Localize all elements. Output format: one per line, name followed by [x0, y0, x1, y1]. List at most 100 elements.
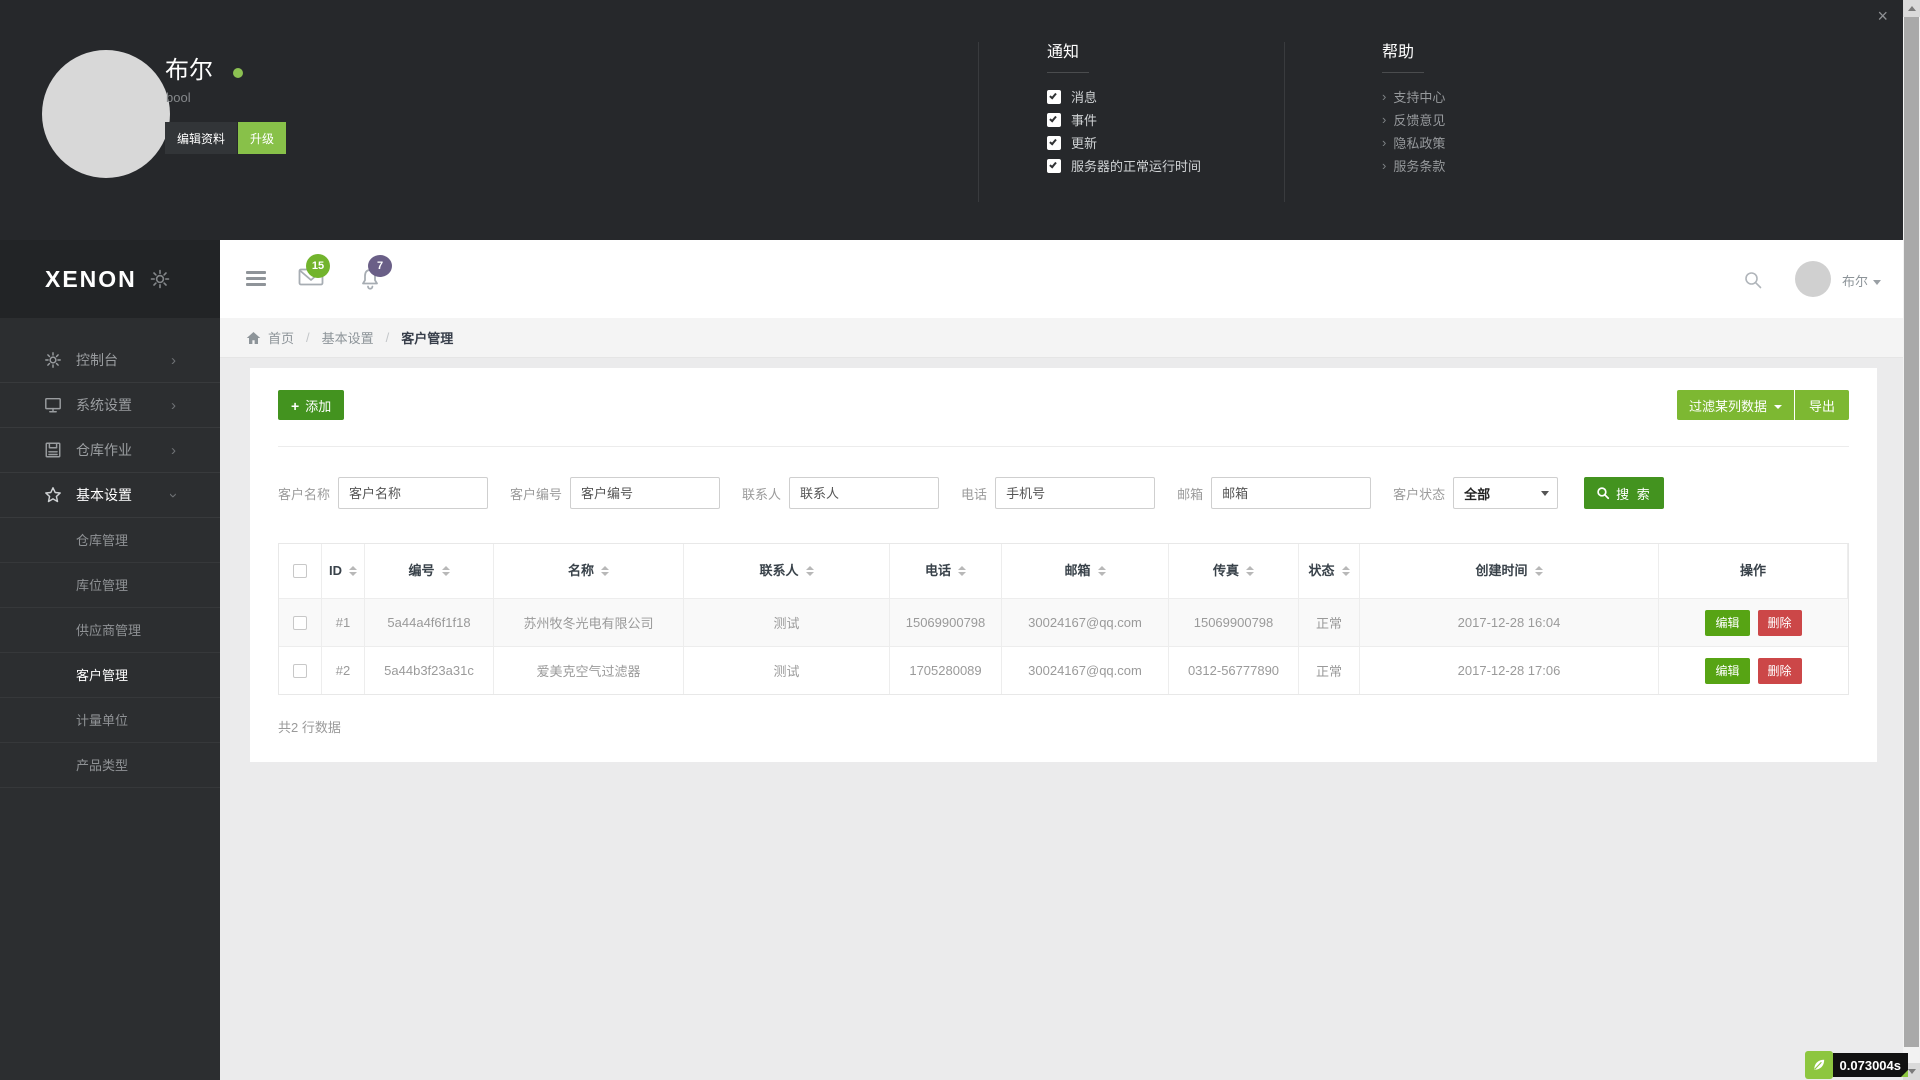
checkbox-checked[interactable] [1047, 135, 1061, 150]
check-icon [1049, 137, 1057, 145]
help-title: 帮助 [1382, 38, 1424, 73]
help-link[interactable]: 隐私政策 [1393, 133, 1445, 152]
column-header-label: 传真 [1212, 563, 1239, 578]
cell-name: 爱美克空气过滤器 [494, 646, 684, 694]
close-icon[interactable]: × [1877, 4, 1888, 28]
settings-gear-icon[interactable] [150, 269, 170, 289]
column-header[interactable]: 传真 [1169, 544, 1299, 598]
help-link[interactable]: 反馈意见 [1393, 110, 1445, 129]
notification-option[interactable]: 消息 [1047, 85, 1201, 108]
sidebar-item-system-settings[interactable]: 系统设置 › [0, 383, 220, 428]
help-link-item[interactable]: › 反馈意见 [1382, 108, 1445, 131]
notification-option[interactable]: 更新 [1047, 131, 1201, 154]
help-link-item[interactable]: › 隐私政策 [1382, 131, 1445, 154]
notification-option[interactable]: 服务器的正常运行时间 [1047, 154, 1201, 177]
email-input[interactable] [1211, 477, 1372, 509]
checkbox-checked[interactable] [1047, 158, 1061, 173]
sidebar-menu: 控制台 › 系统设置 › 仓库作业 › 基本设置 › [0, 318, 220, 518]
add-customer-button[interactable]: + 添加 [278, 390, 345, 420]
sort-icon[interactable] [1097, 566, 1106, 576]
chevron-down-icon [1873, 280, 1881, 286]
delete-button[interactable]: 删除 [1757, 609, 1802, 636]
contact-input[interactable] [789, 477, 940, 509]
messages-button[interactable]: 15 [298, 254, 330, 293]
column-header[interactable]: 名称 [494, 544, 684, 598]
select-all-checkbox[interactable] [293, 564, 307, 578]
sort-icon[interactable] [601, 566, 609, 576]
search-icon[interactable] [1743, 270, 1763, 295]
alerts-count-badge: 7 [368, 255, 392, 277]
notification-option[interactable]: 事件 [1047, 108, 1201, 131]
user-menu[interactable]: 布尔 [1842, 271, 1881, 290]
status-select[interactable]: 全部 [1453, 477, 1559, 509]
brand-logo[interactable]: XENON [45, 266, 137, 293]
help-link[interactable]: 支持中心 [1393, 87, 1445, 106]
sidebar-subitem[interactable]: 仓库管理 [0, 518, 220, 563]
hamburger-menu-icon[interactable] [246, 271, 266, 287]
export-button[interactable]: 导出 [1794, 390, 1849, 420]
sidebar-item-basic-settings[interactable]: 基本设置 › [0, 473, 220, 518]
alerts-button[interactable]: 7 [358, 255, 392, 297]
column-header[interactable]: 邮箱 [1002, 544, 1169, 598]
vertical-scrollbar[interactable] [1903, 0, 1920, 1080]
sidebar-item-console[interactable]: 控制台 › [0, 338, 220, 383]
arrow-down-icon [1907, 1069, 1916, 1074]
scroll-up-button[interactable] [1903, 0, 1920, 17]
user-avatar[interactable] [1795, 261, 1831, 297]
column-header[interactable]: 电话 [890, 544, 1002, 598]
divider [978, 42, 979, 202]
customer-name-input[interactable] [338, 477, 489, 509]
breadcrumb-home[interactable]: 首页 [268, 328, 294, 347]
phone-input[interactable] [995, 477, 1156, 509]
sort-icon[interactable] [1246, 566, 1254, 576]
chevron-right-icon: › [1382, 89, 1387, 104]
filter-columns-dropdown[interactable]: 过滤某列数据 [1676, 390, 1794, 420]
row-checkbox[interactable] [293, 615, 307, 630]
profiler-leaf-icon[interactable] [1804, 1051, 1833, 1079]
sort-icon[interactable] [805, 566, 814, 576]
help-link[interactable]: 服务条款 [1393, 156, 1445, 175]
sidebar-subitem[interactable]: 客户管理 [0, 653, 220, 698]
notifications-title: 通知 [1047, 38, 1089, 73]
customers-table: ID 编号 名称 联系人 电话 邮箱 传真 状态 创建时间 操作 #1 5a44… [278, 543, 1849, 695]
row-checkbox[interactable] [293, 663, 307, 678]
edit-button[interactable]: 编辑 [1705, 657, 1750, 684]
chevron-right-icon: › [1382, 158, 1387, 173]
online-status-dot [233, 68, 243, 78]
sidebar-subitem[interactable]: 库位管理 [0, 563, 220, 608]
cell-contact: 测试 [684, 598, 890, 646]
sidebar-subitem[interactable]: 供应商管理 [0, 608, 220, 653]
home-icon[interactable] [246, 331, 261, 345]
search-button[interactable]: 搜 索 [1584, 477, 1664, 509]
edit-button[interactable]: 编辑 [1705, 609, 1750, 636]
edit-profile-button[interactable]: 编辑资料 [165, 122, 238, 154]
column-header-label: 创建时间 [1475, 563, 1528, 578]
column-header[interactable]: 编号 [365, 544, 494, 598]
help-link-item[interactable]: › 服务条款 [1382, 154, 1445, 177]
sort-icon[interactable] [1534, 566, 1543, 576]
checkbox-checked[interactable] [1047, 112, 1061, 127]
column-header[interactable]: ID [322, 544, 365, 598]
sort-icon[interactable] [1341, 566, 1350, 576]
sidebar-submenu: 仓库管理 库位管理 供应商管理 客户管理 计量单位 产品类型 [0, 518, 220, 788]
column-header[interactable]: 联系人 [684, 544, 890, 598]
upgrade-button[interactable]: 升级 [238, 122, 287, 154]
delete-button[interactable]: 删除 [1757, 657, 1802, 684]
sidebar-subitem[interactable]: 计量单位 [0, 698, 220, 743]
breadcrumb-current: 客户管理 [401, 331, 454, 346]
column-header[interactable]: 操作 [1659, 544, 1848, 598]
scrollbar-thumb[interactable] [1904, 17, 1919, 1047]
sidebar-subitem[interactable]: 产品类型 [0, 743, 220, 788]
column-header[interactable]: 创建时间 [1360, 544, 1659, 598]
column-header[interactable]: 状态 [1299, 544, 1360, 598]
sort-icon[interactable] [349, 566, 357, 576]
customer-code-input[interactable] [570, 477, 721, 509]
sidebar-item-warehouse-ops[interactable]: 仓库作业 › [0, 428, 220, 473]
breadcrumb-section[interactable]: 基本设置 [322, 328, 374, 347]
profile-avatar[interactable] [42, 50, 170, 178]
checkbox-checked[interactable] [1047, 89, 1061, 104]
help-link-item[interactable]: › 支持中心 [1382, 85, 1445, 108]
notification-option-label: 服务器的正常运行时间 [1071, 159, 1202, 174]
sort-icon[interactable] [441, 566, 450, 576]
sort-icon[interactable] [958, 566, 966, 576]
